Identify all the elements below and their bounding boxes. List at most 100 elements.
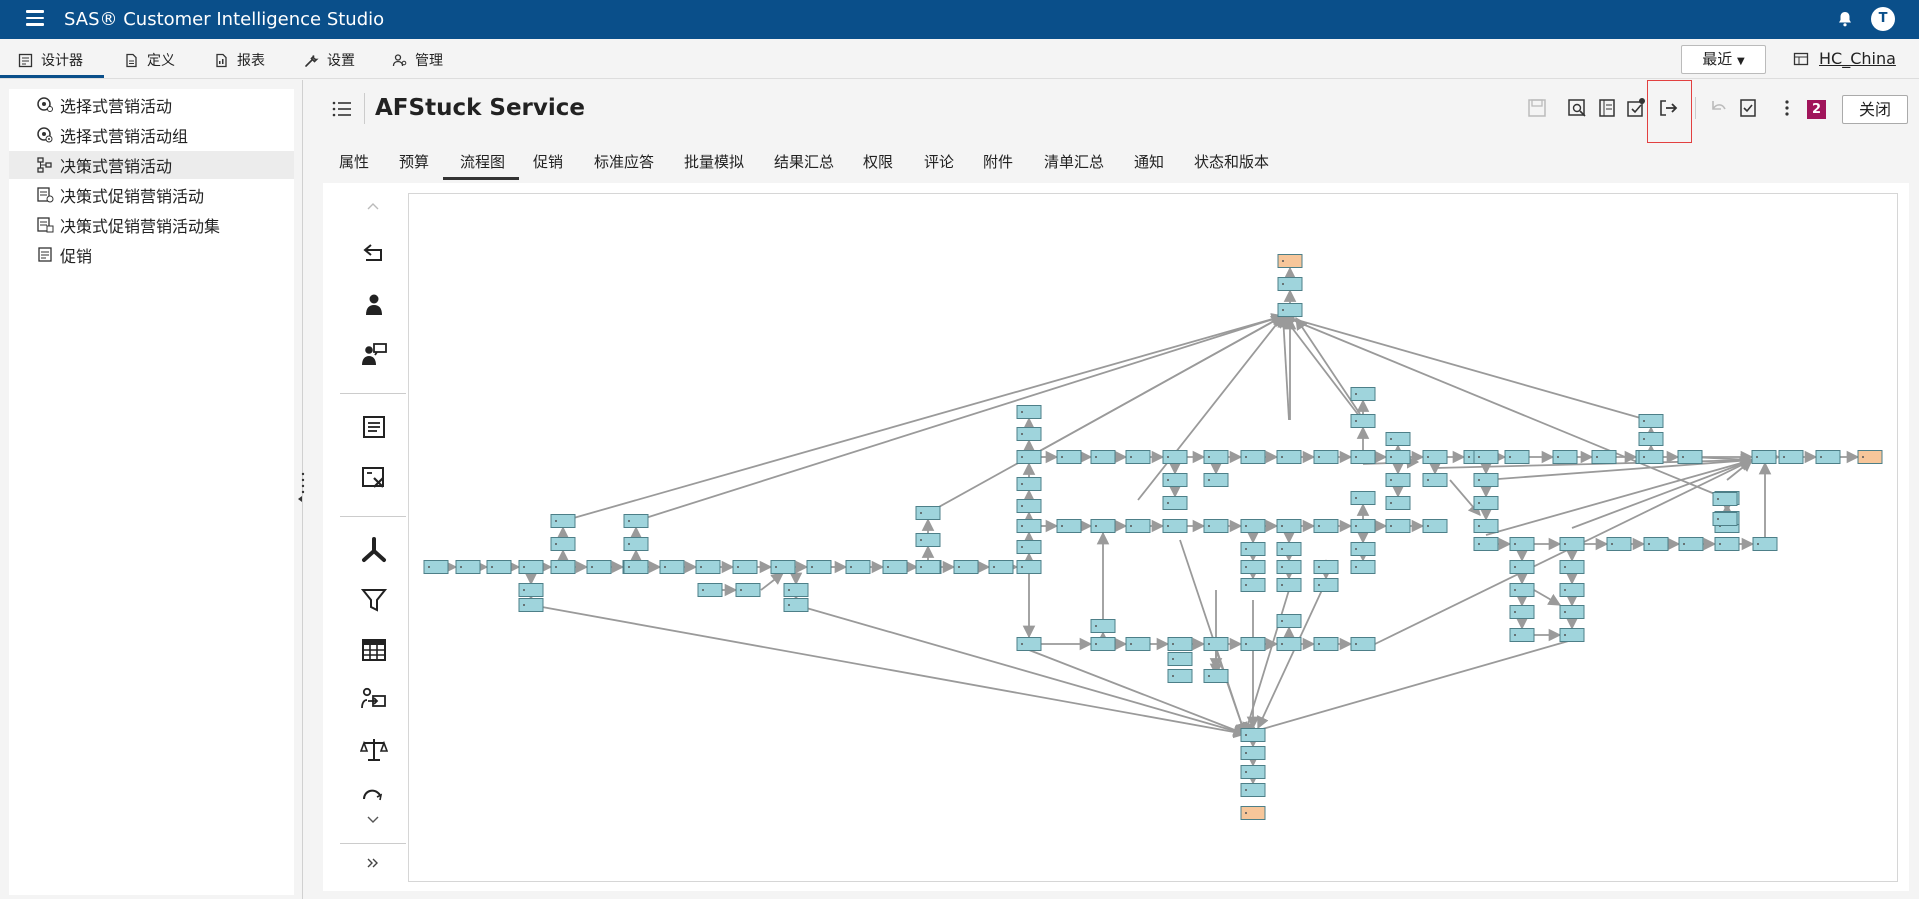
tab-1[interactable]: 属性 [339, 151, 369, 172]
flow-node[interactable] [1638, 414, 1664, 428]
bell-icon[interactable] [1836, 10, 1854, 28]
save-icon[interactable] [1526, 97, 1548, 119]
flow-node[interactable] [1559, 537, 1585, 551]
flow-node[interactable] [1509, 628, 1535, 642]
flow-terminal-node[interactable] [1277, 254, 1303, 268]
tab-6[interactable]: 批量模拟 [684, 151, 744, 172]
flow-node[interactable] [1276, 637, 1302, 651]
flow-node[interactable] [1276, 560, 1302, 574]
flow-node[interactable] [1473, 450, 1499, 464]
flow-node[interactable] [1240, 765, 1266, 779]
flow-node[interactable] [486, 560, 512, 574]
flow-node[interactable] [1712, 512, 1738, 526]
flow-node[interactable] [550, 537, 576, 551]
flow-node[interactable] [1751, 450, 1777, 464]
recent-dropdown[interactable]: 最近 ▼ [1681, 45, 1766, 74]
table-node-icon[interactable] [360, 636, 388, 664]
flow-node[interactable] [1125, 450, 1151, 464]
flow-node[interactable] [1552, 450, 1578, 464]
flow-node[interactable] [1056, 519, 1082, 533]
tree-item-decision-campaign[interactable]: 决策式营销活动 [9, 151, 294, 179]
flow-node[interactable] [1509, 605, 1535, 619]
flow-node[interactable] [1016, 560, 1042, 574]
expand-palette-icon[interactable] [366, 856, 380, 870]
flow-node[interactable] [1559, 605, 1585, 619]
flow-node[interactable] [1090, 619, 1116, 633]
flow-node[interactable] [1016, 637, 1042, 651]
flow-node[interactable] [550, 514, 576, 528]
flow-node[interactable] [1422, 450, 1448, 464]
tab-8[interactable]: 权限 [863, 151, 893, 172]
flow-node[interactable] [623, 514, 649, 528]
split-node-icon[interactable] [360, 536, 388, 564]
flow-node[interactable] [659, 560, 685, 574]
flow-node[interactable] [1678, 537, 1704, 551]
flow-node[interactable] [623, 560, 649, 574]
flow-node[interactable] [1016, 477, 1042, 491]
flow-node[interactable] [518, 598, 544, 612]
tab-9[interactable]: 评论 [924, 151, 954, 172]
flow-node[interactable] [1125, 637, 1151, 651]
checklist-icon[interactable] [1737, 97, 1759, 119]
flow-node[interactable] [1167, 669, 1193, 683]
flow-node[interactable] [1090, 519, 1116, 533]
flow-node[interactable] [550, 560, 576, 574]
arbitration-node-icon[interactable] [360, 736, 388, 764]
undo-icon[interactable] [1707, 97, 1729, 119]
flow-node[interactable] [423, 560, 449, 574]
flow-node[interactable] [806, 560, 832, 574]
flow-node[interactable] [1385, 519, 1411, 533]
notification-badge[interactable]: 2 [1807, 100, 1826, 119]
flow-node[interactable] [1509, 583, 1535, 597]
flow-node[interactable] [1509, 560, 1535, 574]
flow-node[interactable] [1162, 473, 1188, 487]
flow-node[interactable] [1167, 652, 1193, 666]
flow-node[interactable] [1240, 728, 1266, 742]
flow-node[interactable] [1162, 519, 1188, 533]
flow-node[interactable] [732, 560, 758, 574]
flow-node[interactable] [623, 537, 649, 551]
flow-node[interactable] [845, 560, 871, 574]
tab-3[interactable]: 流程图 [460, 151, 505, 172]
return-node-icon[interactable] [360, 240, 388, 268]
flow-node[interactable] [1016, 519, 1042, 533]
flow-node[interactable] [1385, 473, 1411, 487]
flow-node[interactable] [1240, 578, 1266, 592]
flow-node[interactable] [1240, 783, 1266, 797]
flow-node[interactable] [1473, 537, 1499, 551]
flow-node[interactable] [1643, 537, 1669, 551]
flow-node[interactable] [1276, 542, 1302, 556]
flow-node[interactable] [1422, 473, 1448, 487]
flow-node[interactable] [1090, 450, 1116, 464]
tree-item-selection-campaign[interactable]: 选择式营销活动 [9, 91, 294, 119]
flow-node[interactable] [1350, 519, 1376, 533]
flow-terminal-node[interactable] [1857, 450, 1883, 464]
flow-node[interactable] [1090, 637, 1116, 651]
flow-node[interactable] [586, 560, 612, 574]
more-options-icon[interactable] [1776, 97, 1798, 119]
exclude-node-icon[interactable] [360, 464, 388, 492]
flow-node[interactable] [1473, 519, 1499, 533]
list-toggle-icon[interactable] [332, 100, 352, 118]
flow-node[interactable] [1350, 542, 1376, 556]
flow-node[interactable] [1752, 537, 1778, 551]
flow-node[interactable] [1385, 450, 1411, 464]
flow-node[interactable] [1606, 537, 1632, 551]
flow-node[interactable] [1162, 450, 1188, 464]
check-document-icon[interactable] [1625, 97, 1647, 119]
server-link[interactable]: HC_China [1793, 49, 1896, 68]
menu-settings[interactable]: 设置 [304, 50, 355, 70]
tab-12[interactable]: 通知 [1134, 151, 1164, 172]
flow-node[interactable] [1504, 450, 1530, 464]
flow-node[interactable] [1016, 499, 1042, 513]
link-node-icon[interactable] [360, 783, 388, 803]
flow-node[interactable] [953, 560, 979, 574]
flow-node[interactable] [1056, 450, 1082, 464]
flow-node[interactable] [1276, 450, 1302, 464]
flow-node[interactable] [1203, 450, 1229, 464]
flow-node[interactable] [1313, 450, 1339, 464]
communication-node-icon[interactable] [360, 341, 388, 369]
flow-node[interactable] [1016, 450, 1042, 464]
flow-node[interactable] [1473, 473, 1499, 487]
flow-node[interactable] [1240, 519, 1266, 533]
